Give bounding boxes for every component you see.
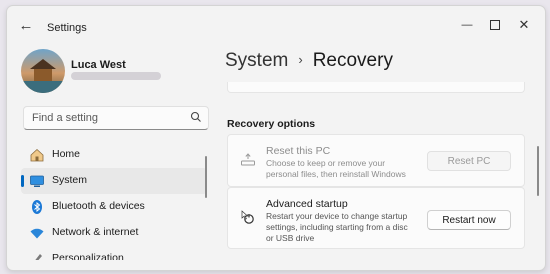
sidebar-item-label: Home	[52, 148, 81, 160]
maximize-icon	[490, 20, 500, 31]
sidebar-item-label: Network & internet	[52, 226, 139, 238]
advanced-startup-description: Restart your device to change startup se…	[266, 211, 408, 243]
reset-pc-icon	[241, 153, 255, 166]
advanced-startup-title: Advanced startup	[266, 198, 348, 210]
sidebar-nav: Home System Bluetooth & devices Network …	[21, 142, 207, 260]
previous-card	[227, 82, 525, 93]
advanced-startup-card: Advanced startup Restart your device to …	[227, 187, 525, 249]
app-title: Settings	[47, 22, 87, 34]
search-input[interactable]	[32, 107, 182, 129]
reset-pc-title: Reset this PC	[266, 145, 331, 157]
user-email-redacted	[71, 72, 161, 80]
sidebar-item-label: Bluetooth & devices	[52, 200, 145, 212]
back-arrow-icon: ←	[18, 17, 34, 34]
reset-pc-description: Choose to keep or remove your personal f…	[266, 158, 406, 179]
avatar[interactable]	[21, 49, 65, 93]
title-bar: ← Settings — ✕	[7, 6, 545, 44]
sidebar-item-label: System	[52, 174, 88, 186]
back-button[interactable]: ←	[15, 15, 37, 37]
close-button[interactable]: ✕	[510, 14, 538, 36]
home-icon	[30, 148, 44, 162]
restart-now-button[interactable]: Restart now	[427, 210, 511, 230]
settings-window: ← Settings — ✕ Luca West Home	[6, 5, 546, 271]
sidebar-item-system[interactable]: System	[21, 168, 207, 194]
advanced-startup-icon	[241, 210, 254, 224]
reset-pc-button[interactable]: Reset PC	[427, 151, 511, 171]
section-title: Recovery options	[227, 118, 316, 130]
breadcrumb-separator: ›	[298, 52, 303, 67]
minimize-icon: —	[461, 19, 473, 31]
sidebar-item-bluetooth[interactable]: Bluetooth & devices	[21, 194, 207, 220]
brush-icon	[35, 254, 42, 260]
search-icon[interactable]	[190, 111, 202, 123]
breadcrumb-parent[interactable]: System	[225, 50, 288, 71]
page-title: Recovery	[312, 50, 393, 71]
sidebar-item-personalization[interactable]: Personalization	[21, 246, 207, 260]
bluetooth-icon	[32, 200, 42, 214]
minimize-button[interactable]: —	[453, 14, 481, 36]
selection-indicator	[21, 175, 24, 187]
wifi-icon	[30, 228, 44, 239]
content-scrollbar[interactable]	[537, 146, 539, 196]
breadcrumb: System › Recovery	[225, 50, 393, 72]
reset-pc-card: Reset this PC Choose to keep or remove y…	[227, 134, 525, 187]
close-icon: ✕	[518, 17, 530, 32]
sidebar-item-label: Personalization	[52, 252, 124, 260]
search-box[interactable]	[23, 106, 209, 130]
maximize-button[interactable]	[481, 14, 509, 36]
monitor-icon	[30, 175, 44, 187]
sidebar-item-network[interactable]: Network & internet	[21, 220, 207, 246]
sidebar-scrollbar[interactable]	[205, 156, 207, 198]
sidebar-item-home[interactable]: Home	[21, 142, 207, 168]
user-name: Luca West	[71, 59, 126, 71]
